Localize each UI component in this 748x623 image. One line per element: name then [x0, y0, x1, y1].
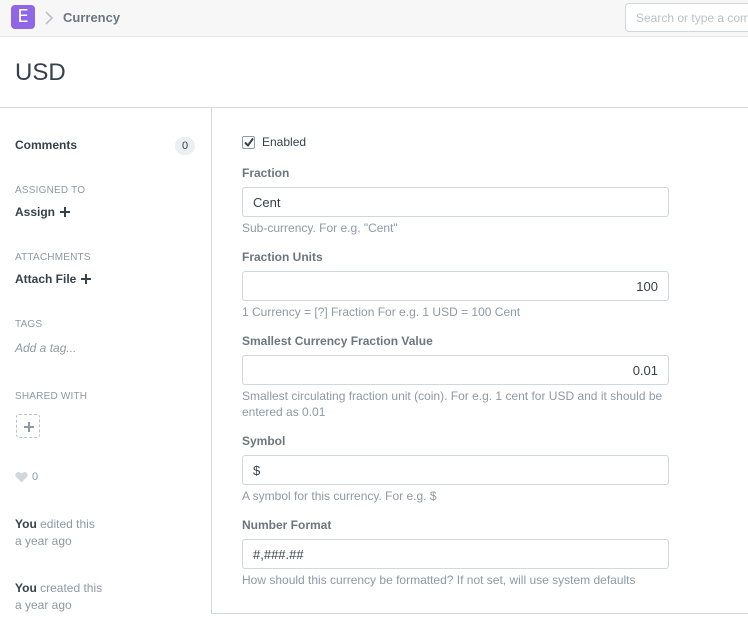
like-button[interactable]: 0 [15, 471, 38, 483]
fraction-input[interactable] [242, 187, 669, 217]
symbol-help: A symbol for this currency. For e.g. $ [242, 489, 437, 503]
page-title: USD [15, 59, 66, 86]
number-format-help: How should this currency be formatted? I… [242, 573, 636, 587]
fraction-units-input[interactable] [242, 271, 669, 301]
breadcrumb-currency[interactable]: Currency [63, 10, 120, 25]
timeline-item: You created this a year ago [15, 580, 102, 614]
smallest-fraction-help: Smallest circulating fraction unit (coin… [242, 389, 663, 419]
fraction-label: Fraction [242, 166, 290, 180]
fraction-units-help: 1 Currency = [?] Fraction For e.g. 1 USD… [242, 305, 521, 319]
assigned-to-label: ASSIGNED TO [15, 185, 86, 196]
enabled-label: Enabled [262, 135, 307, 149]
symbol-input[interactable] [242, 455, 669, 485]
symbol-label: Symbol [242, 434, 286, 448]
check-icon [244, 137, 254, 147]
timeline-time: a year ago [15, 598, 72, 612]
tags-label: TAGS [15, 319, 43, 330]
number-format-input[interactable] [242, 539, 669, 569]
shared-with-label: SHARED WITH [15, 391, 88, 402]
plus-icon [24, 422, 34, 432]
chevron-right-icon [45, 11, 54, 25]
timeline-time: a year ago [15, 534, 72, 548]
page-head: USD [0, 38, 748, 108]
add-share-button[interactable] [16, 414, 40, 438]
app-logo-icon[interactable]: E [11, 5, 35, 29]
timeline-item: You edited this a year ago [15, 516, 95, 550]
attachments-label: ATTACHMENTS [15, 252, 91, 263]
smallest-fraction-label: Smallest Currency Fraction Value [242, 334, 433, 348]
plus-icon [81, 274, 92, 284]
assign-button[interactable]: Assign [15, 205, 71, 219]
attach-file-label: Attach File [15, 272, 77, 286]
timeline-action: created this [36, 581, 103, 595]
add-tag-input[interactable]: Add a tag... [15, 341, 76, 355]
heart-icon [15, 471, 28, 483]
plus-icon [60, 207, 71, 217]
timeline-user[interactable]: You [15, 517, 37, 531]
timeline-action: edited this [36, 517, 95, 531]
enabled-checkbox-row[interactable]: Enabled [242, 135, 306, 149]
comments-link[interactable]: Comments [15, 138, 77, 152]
attach-file-button[interactable]: Attach File [15, 272, 92, 286]
like-count: 0 [32, 471, 39, 483]
smallest-fraction-input[interactable] [242, 355, 669, 385]
comments-count-badge: 0 [175, 137, 195, 155]
search-input[interactable] [625, 3, 748, 32]
number-format-label: Number Format [242, 518, 332, 532]
fraction-units-label: Fraction Units [242, 250, 323, 264]
enabled-checkbox[interactable] [242, 135, 255, 149]
timeline-user[interactable]: You [15, 581, 37, 595]
form-sidebar: Comments 0 ASSIGNED TO Assign ATTACHMENT… [0, 108, 211, 623]
fraction-help: Sub-currency. For e.g. "Cent" [242, 221, 398, 235]
assign-label: Assign [15, 205, 56, 219]
form-main: Enabled Fraction Sub-currency. For e.g. … [211, 108, 748, 614]
navbar: E Currency [0, 0, 748, 37]
